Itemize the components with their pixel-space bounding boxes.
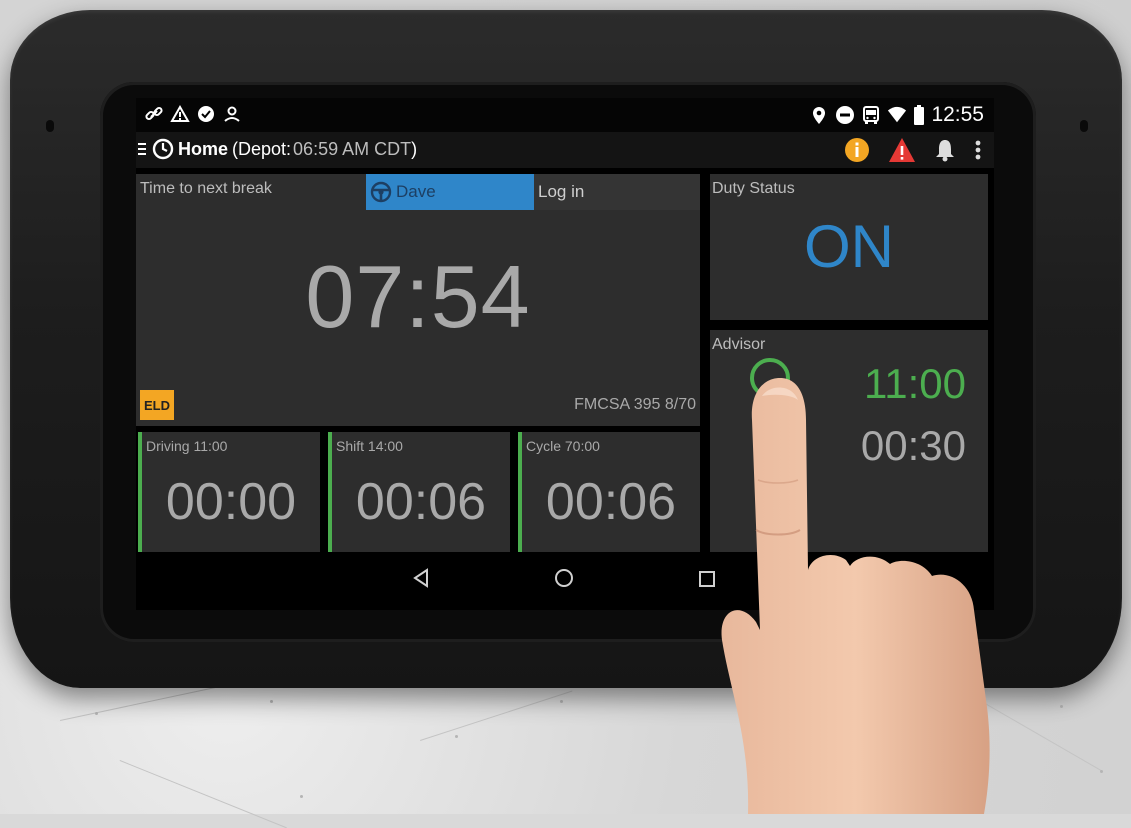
advisor-panel[interactable]: Advisor 11:00 00:30 [710,330,988,552]
wifi-icon [887,105,907,125]
login-label: Log in [538,182,585,201]
panel-label: Time to next break [140,180,272,197]
break-timer-value: 07:54 [305,247,531,346]
person-icon [222,104,242,124]
check-circle-icon [196,104,216,124]
advisor-primary: 11:00 [864,360,966,407]
page-title: Home [178,138,229,159]
tab-login[interactable]: Log in [534,174,700,210]
advisor-ring-icon [750,358,790,398]
tab-driver[interactable]: Dave [366,174,534,210]
nav-bar [136,554,994,610]
driver-name: Dave [396,182,436,201]
link-icon [144,104,164,124]
bus-icon [861,105,881,125]
steering-wheel-icon [370,181,392,203]
home-icon[interactable] [554,568,574,594]
driver-tabs: Dave Log in [366,174,700,210]
panel-value: 00:00 [165,473,297,531]
panel-label: Advisor [712,336,766,353]
status-bar: 12:55 [136,98,994,132]
depot-time: 06:59 AM CDT [293,138,412,159]
bell-icon[interactable] [934,138,956,162]
back-icon[interactable] [412,568,430,594]
camera-dot [46,120,54,132]
warning-icon [170,104,190,124]
depot-label: (Depot: [232,138,292,159]
eld-badge: ELD [140,390,174,420]
more-vert-icon[interactable] [974,139,982,161]
panel-label: Driving 11:00 [146,438,228,454]
rule-label: FMCSA 395 8/70 [574,396,696,413]
clock-icon [152,138,174,160]
break-timer-panel: Time to next break Dave Log in 07:54 ELD… [136,174,700,426]
battery-icon [913,105,925,125]
driving-panel[interactable]: Driving 11:00 00:00 [138,432,320,552]
advisor-secondary: 00:30 [860,422,966,469]
shift-panel[interactable]: Shift 14:00 00:06 [328,432,510,552]
panel-value: 00:06 [355,473,487,531]
sensor-dot [1080,120,1088,132]
clock-time: 12:55 [931,103,984,126]
screen: 12:55 Home (Depot: 06:59 AM CDT ) Time t… [136,98,994,610]
info-icon[interactable] [844,137,870,163]
panel-label: Duty Status [712,180,795,197]
app-bar: Home (Depot: 06:59 AM CDT ) [136,132,994,168]
recents-icon[interactable] [698,568,716,594]
panel-value: 00:06 [545,473,677,531]
duty-status-panel[interactable]: Duty Status ON [710,174,988,320]
alert-icon[interactable] [888,137,916,163]
cycle-panel[interactable]: Cycle 70:00 00:06 [518,432,700,552]
panel-label: Shift 14:00 [336,438,403,454]
duty-status-value: ON [804,213,894,280]
panel-label: Cycle 70:00 [526,438,600,454]
location-pin-icon [809,105,829,125]
menu-icon[interactable] [136,142,148,156]
depot-close: ) [411,138,418,159]
do-not-disturb-icon [835,105,855,125]
